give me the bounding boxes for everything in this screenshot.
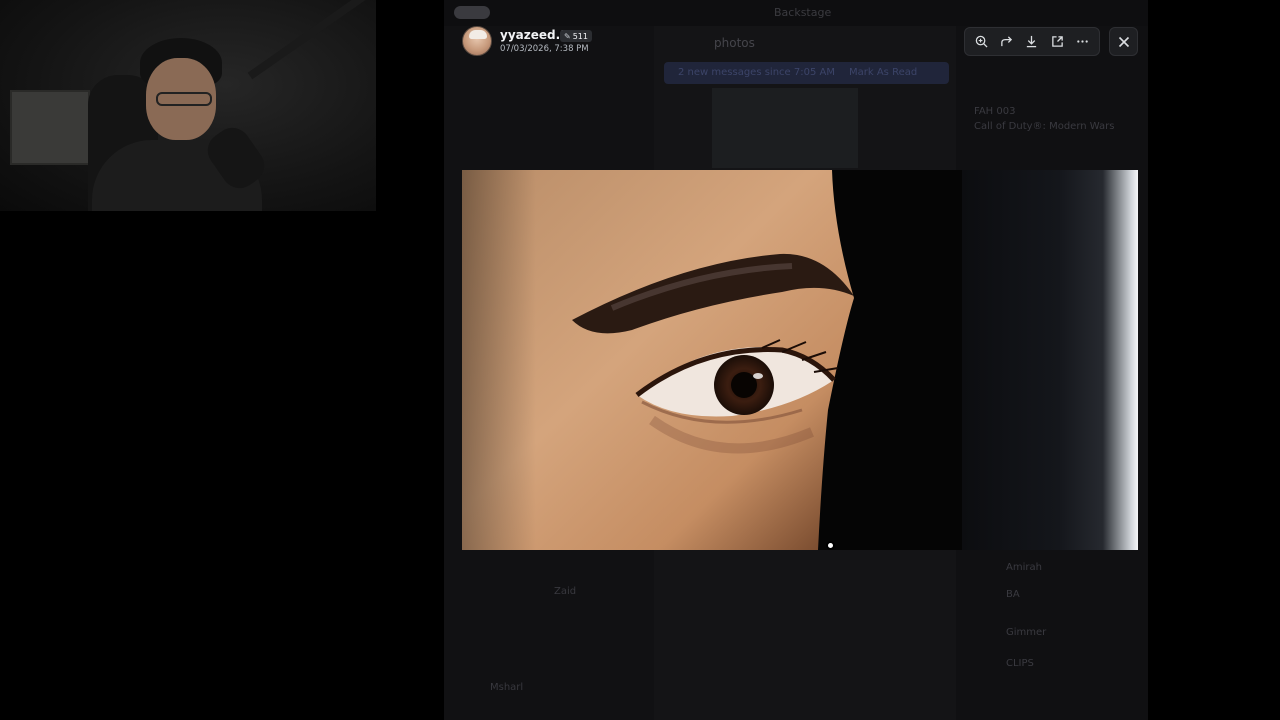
pin-icon: ✎ (564, 31, 571, 41)
screen: Backstage Zaid Msharl photos 2 new messa… (0, 0, 1280, 720)
more-icon (1077, 40, 1088, 43)
title-bar: Backstage (444, 0, 1148, 26)
window-title: Backstage (774, 6, 832, 19)
zoom-in-button[interactable] (971, 31, 993, 53)
member-name: CLIPS (1006, 658, 1034, 669)
image-viewer-toolbar (964, 27, 1100, 56)
activity-subtitle: Call of Duty®: Modern Wars (974, 121, 1115, 132)
viewer-image[interactable] (462, 170, 1138, 550)
forward-icon (1001, 36, 1013, 47)
new-messages-text: 2 new messages since 7:05 AM (678, 67, 835, 78)
member-name: Gimmer (1006, 627, 1047, 638)
guild-tag-badge[interactable]: ✎ 511 (560, 30, 592, 42)
member-name: Amirah (1006, 562, 1042, 573)
channel-name: photos (714, 36, 755, 50)
user-panel-name: Msharl (490, 682, 524, 693)
download-button[interactable] (1021, 31, 1043, 53)
message-timestamp: 07/03/2026, 7:38 PM (500, 44, 589, 54)
close-icon (1118, 36, 1129, 47)
new-messages-banner: 2 new messages since 7:05 AM Mark As Rea… (664, 62, 949, 84)
activity-title: FAH 003 (974, 106, 1016, 117)
message-image (712, 88, 858, 168)
second-attachment-preview (962, 170, 1138, 550)
webcam-feed (0, 0, 376, 211)
mark-as-read-button: Mark As Read (849, 67, 918, 78)
avatar[interactable] (462, 26, 492, 56)
close-viewer-button[interactable] (1109, 27, 1138, 56)
download-icon (1027, 35, 1037, 48)
update-pill (454, 6, 490, 19)
member-name: BA (1006, 589, 1020, 600)
mouse-cursor (826, 541, 835, 550)
forward-button[interactable] (996, 31, 1018, 53)
more-options-button[interactable] (1071, 31, 1093, 53)
sidebar-item-label: Zaid (554, 586, 577, 597)
zoom-in-icon (975, 35, 988, 48)
open-in-browser-button[interactable] (1046, 31, 1068, 53)
open-external-icon (1051, 36, 1063, 47)
guild-tag-label: 511 (572, 31, 588, 41)
